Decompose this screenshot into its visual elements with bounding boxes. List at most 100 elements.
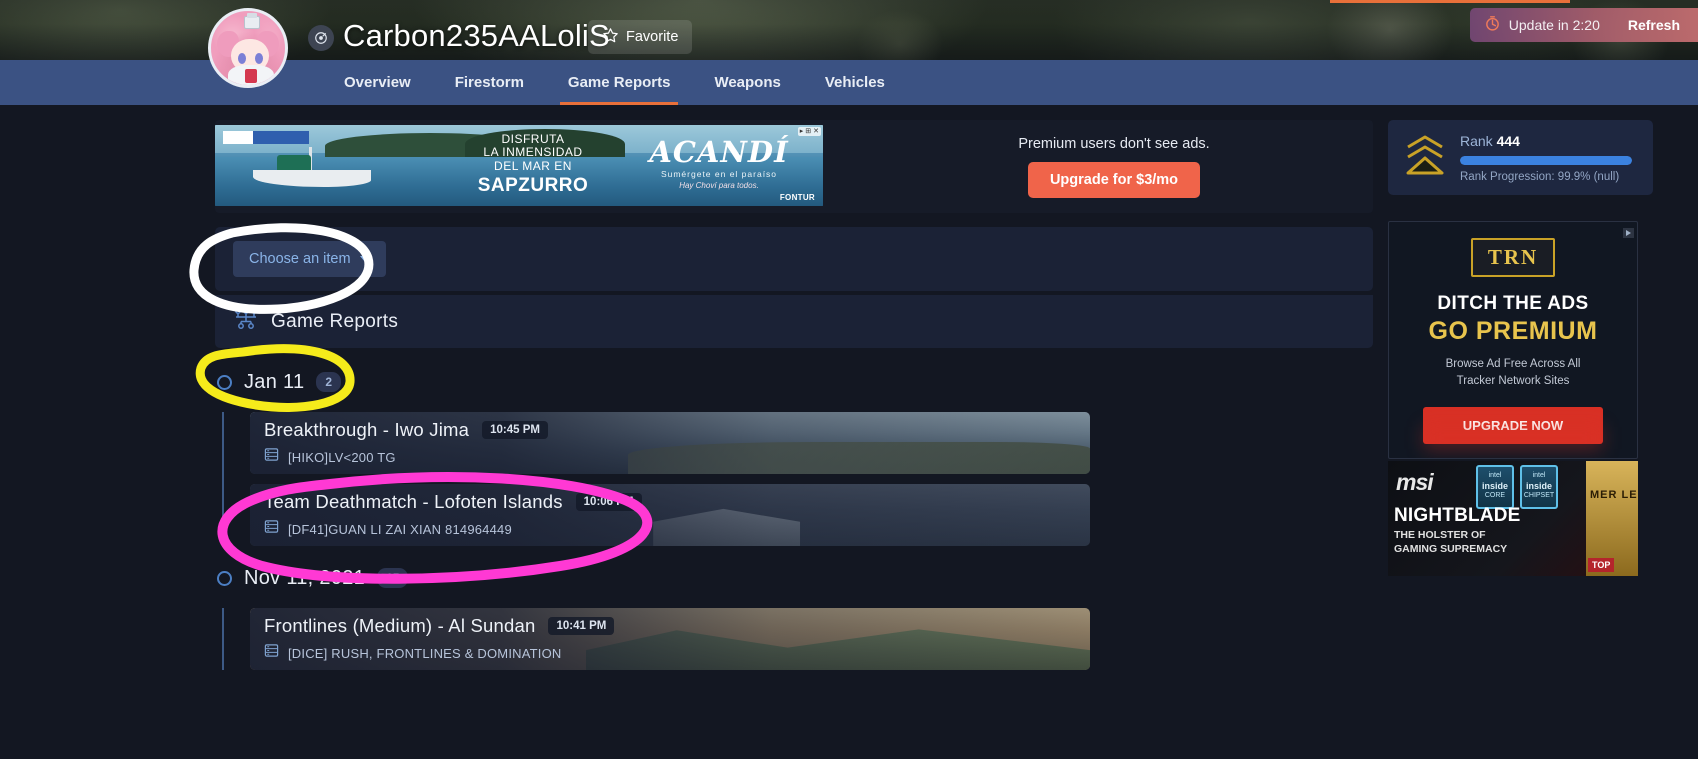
rank-label: Rank	[1460, 132, 1493, 149]
ad-script: Hay Choví para todos.	[679, 181, 759, 190]
timeline-connector	[221, 412, 224, 546]
msi-ad[interactable]: msi intel inside CORE intel inside CHIPSET N…	[1388, 461, 1638, 577]
rank-value: 444	[1496, 132, 1520, 149]
rank-info: Rank 444 Rank Progression: 99.9% (null)	[1460, 133, 1637, 183]
banner-ad[interactable]: DISFRUTA LA INMENSIDAD DEL MAR EN SAPZUR…	[215, 125, 823, 206]
ad-sponsor: FONTUR	[779, 193, 815, 202]
msi-subtitle-1: THE HOLSTER OF	[1394, 529, 1486, 542]
match-title: Breakthrough - Iwo Jima	[264, 419, 470, 440]
favorite-button[interactable]: Favorite	[588, 20, 693, 54]
rank-progress-bar	[1460, 155, 1632, 165]
hero-accent-line	[1330, 0, 1570, 3]
refresh-button[interactable]: Refresh	[1616, 17, 1698, 33]
tab-weapons[interactable]: Weapons	[692, 60, 802, 105]
rank-card: Rank 444 Rank Progression: 99.9% (null)	[1388, 120, 1653, 195]
trn-premium-ad[interactable]: TRN DITCH THE ADS GO PREMIUM Browse Ad F…	[1388, 221, 1638, 460]
page-title: Carbon235AALoliS	[343, 18, 610, 53]
avatar[interactable]	[208, 8, 288, 88]
trn-subtext: Browse Ad Free Across All Tracker Networ…	[1399, 356, 1627, 389]
timeline-dot-icon	[217, 374, 232, 390]
ad-sailboat	[247, 147, 377, 193]
timeline-group: Breakthrough - Iwo Jima 10:45 PM [HIKO]L…	[215, 412, 1373, 546]
timeline-count-badge: 2	[316, 372, 342, 392]
sitemap-icon	[233, 307, 259, 336]
match-title: Frontlines (Medium) - Al Sundan	[264, 615, 536, 636]
avatar-eye-left	[238, 53, 246, 64]
tab-overview[interactable]: Overview	[322, 60, 433, 105]
ad-brand-block: ACANDÍ Sumérgete en el paraíso Hay Choví…	[629, 135, 809, 190]
premium-upsell: Premium users don't see ads. Upgrade for…	[855, 120, 1373, 213]
msi-subtitle-2: GAMING SUPREMACY	[1394, 543, 1508, 556]
premium-text: Premium users don't see ads.	[1018, 135, 1210, 152]
server-icon	[264, 447, 279, 467]
rank-progress-fill	[1460, 155, 1632, 165]
rank-progress-text: Rank Progression: 99.9% (null)	[1460, 170, 1620, 183]
match-server: [DF41]GUAN LI ZAI XIAN 814964449	[288, 521, 512, 537]
trn-headline-1: DITCH THE ADS	[1437, 293, 1589, 314]
ad-brand: ACANDÍ	[649, 135, 789, 169]
tab-game-reports[interactable]: Game Reports	[546, 60, 693, 105]
trn-headline-2: GO PREMIUM	[1428, 317, 1598, 345]
adchoices-icon[interactable]	[1623, 225, 1634, 238]
star-icon	[602, 27, 619, 48]
timeline-date-header[interactable]: Jan 11 2	[217, 362, 1373, 402]
server-icon	[264, 519, 279, 539]
section-header: Game Reports	[215, 295, 1373, 348]
timeline-date-label: Jan 11	[244, 370, 305, 393]
timeline-count-badge: 15	[377, 568, 409, 588]
tab-firestorm[interactable]: Firestorm	[433, 60, 546, 105]
match-time: 10:45 PM	[482, 421, 548, 439]
match-title: Team Deathmatch - Lofoten Islands	[264, 491, 563, 512]
timer-icon	[1484, 15, 1501, 35]
ad-headline: DISFRUTA LA INMENSIDAD DEL MAR EN SAPZUR…	[453, 132, 613, 197]
ad-hull	[253, 170, 371, 187]
platform-icon	[308, 25, 334, 51]
timeline-date-label: Nov 11, 2021	[244, 566, 366, 589]
avatar-eye-right	[255, 53, 263, 64]
match-row[interactable]: Frontlines (Medium) - Al Sundan 10:41 PM	[250, 608, 1090, 670]
upgrade-button[interactable]: Upgrade for $3/mo	[1027, 161, 1201, 198]
choose-item-dropdown[interactable]: Choose an item	[233, 241, 386, 277]
page-content: DISFRUTA LA INMENSIDAD DEL MAR EN SAPZUR…	[0, 105, 1698, 759]
favorite-label: Favorite	[626, 29, 679, 45]
server-icon	[264, 643, 279, 663]
ad-line-3: DEL MAR EN	[494, 158, 572, 173]
msi-side-text: MER LE	[1590, 489, 1638, 502]
filter-panel: Choose an item	[215, 227, 1373, 291]
ad-line-1: DISFRUTA	[501, 132, 565, 146]
intel-core-badge: intel inside CORE	[1476, 465, 1514, 510]
ad-line-4: SAPZURRO	[477, 175, 589, 197]
rank-line: Rank 444	[1460, 133, 1637, 149]
tab-vehicles[interactable]: Vehicles	[803, 60, 907, 105]
trn-subtext-1: Browse Ad Free Across All	[1445, 358, 1581, 370]
match-server: [DICE] RUSH, FRONTLINES & DOMINATION	[288, 645, 562, 661]
update-status-pill: Update in 2:20 Refresh	[1469, 8, 1698, 42]
trn-logo-text: TRN	[1487, 245, 1539, 269]
ad-government-logo	[223, 131, 309, 144]
update-timer: Update in 2:20	[1470, 15, 1616, 35]
timeline-connector	[221, 608, 224, 670]
timeline-dot-icon	[217, 570, 232, 586]
ad-tagline: Sumérgete en el paraíso	[660, 169, 778, 179]
adchoices-icon[interactable]: ▸	[800, 128, 804, 135]
choose-item-label: Choose an item	[249, 251, 351, 267]
close-icon[interactable]: ✕	[813, 128, 819, 135]
info-icon[interactable]: ⊞	[805, 128, 811, 135]
chevron-down-icon	[359, 256, 370, 262]
match-row[interactable]: Team Deathmatch - Lofoten Islands 10:06 …	[250, 484, 1090, 546]
ad-line-2: LA INMENSIDAD	[483, 145, 583, 160]
main-column: DISFRUTA LA INMENSIDAD DEL MAR EN SAPZUR…	[215, 120, 1373, 670]
nav-items: Overview Firestorm Game Reports Weapons …	[322, 60, 907, 105]
msi-brand: msi	[1396, 469, 1434, 496]
section-title: Game Reports	[271, 310, 399, 332]
ad-controls[interactable]: ▸ ⊞ ✕	[797, 127, 821, 136]
trn-subtext-2: Tracker Network Sites	[1456, 374, 1570, 387]
game-reports-timeline: Jan 11 2 Breakthrough - Iwo Jima 10:45 P…	[215, 362, 1373, 670]
msi-side-badge: TOP	[1588, 558, 1615, 573]
match-time: 10:41 PM	[548, 617, 615, 635]
match-server: [HIKO]LV<200 TG	[288, 449, 396, 465]
trn-cta-glow	[1424, 427, 1602, 449]
match-row[interactable]: Breakthrough - Iwo Jima 10:45 PM [HIKO]L…	[250, 412, 1090, 474]
msi-side-panel: MER LE TOP	[1586, 461, 1638, 577]
timeline-date-header[interactable]: Nov 11, 2021 15	[217, 558, 1373, 598]
